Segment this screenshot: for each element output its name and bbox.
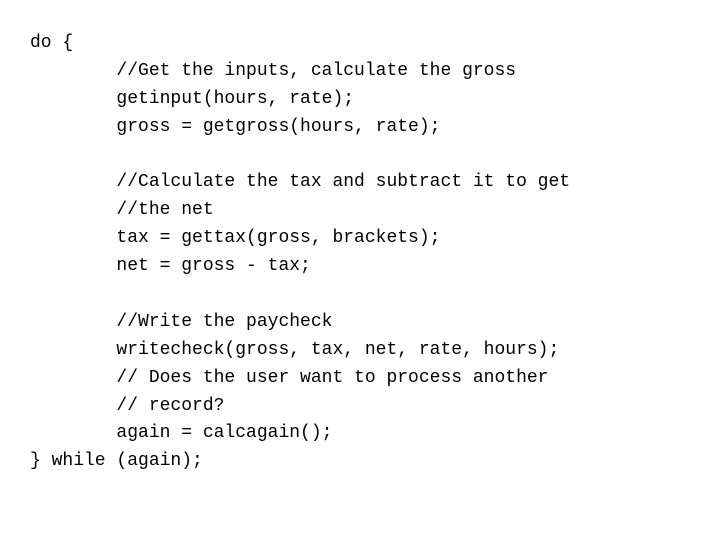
code-display: do { //Get the inputs, calculate the gro… — [0, 0, 720, 506]
